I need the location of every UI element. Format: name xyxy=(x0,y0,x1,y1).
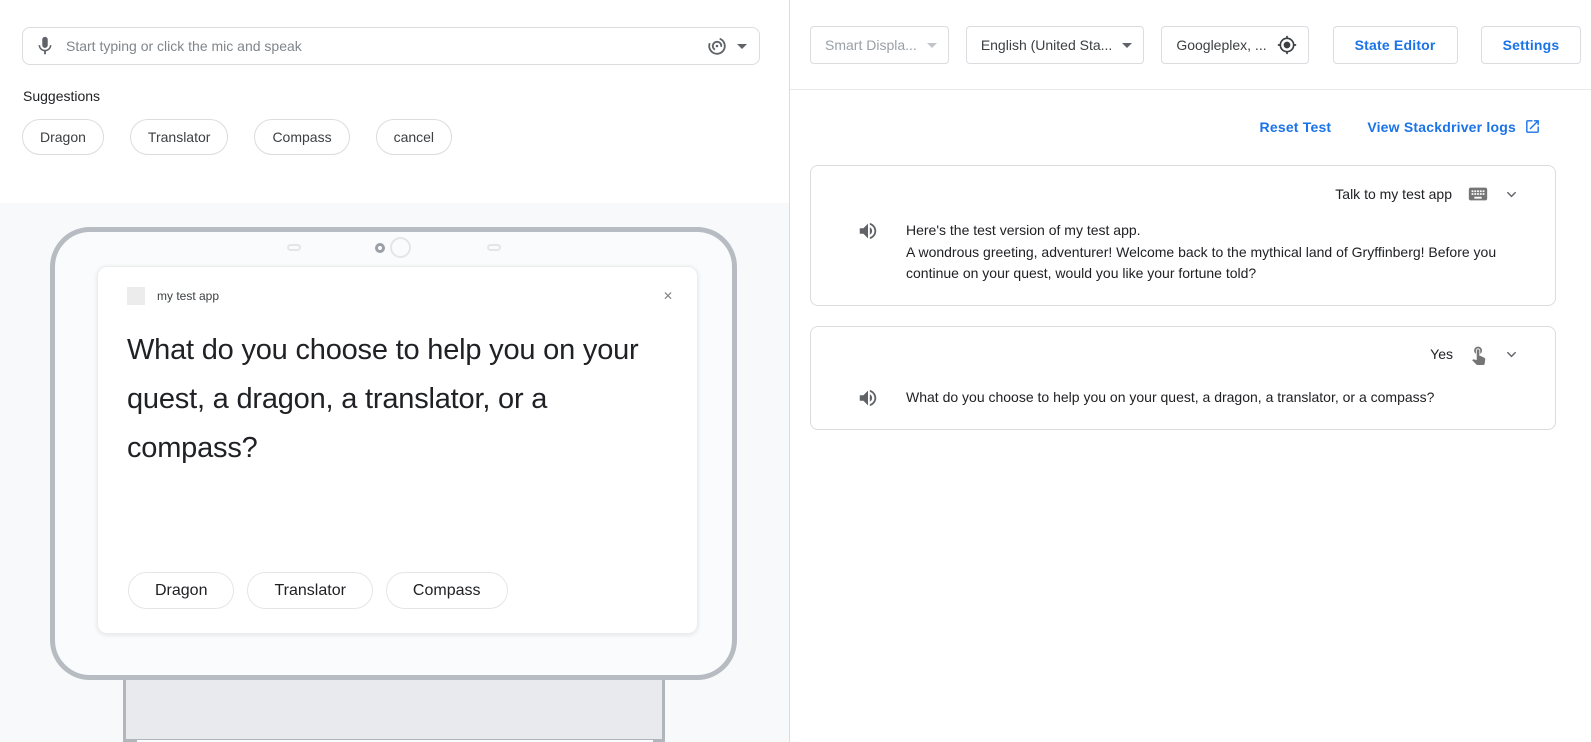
suggestion-chip-cancel[interactable]: cancel xyxy=(376,119,452,155)
reset-test-link[interactable]: Reset Test xyxy=(1260,119,1332,135)
device-stand xyxy=(123,677,665,742)
left-panel: Suggestions Dragon Translator Compass ca… xyxy=(0,0,789,742)
response-line: What do you choose to help you on your q… xyxy=(906,387,1434,409)
keyboard-icon xyxy=(1467,183,1489,205)
request-text: Yes xyxy=(1430,346,1453,362)
response-text: Here's the test version of my test app. … xyxy=(906,220,1519,285)
device-sensor-right xyxy=(487,244,501,251)
stackdriver-logs-link[interactable]: View Stackdriver logs xyxy=(1367,118,1541,135)
speaker-icon[interactable] xyxy=(857,387,879,409)
conversation-card: Yes What do you choose to help you on yo… xyxy=(810,326,1556,430)
speaker-icon[interactable] xyxy=(857,220,879,242)
simulator-page: Suggestions Dragon Translator Compass ca… xyxy=(0,0,1591,742)
query-input[interactable] xyxy=(66,38,706,54)
response-line: A wondrous greeting, adventurer! Welcome… xyxy=(906,242,1519,285)
surface-select: Smart Displa... xyxy=(810,26,949,64)
device-preview-area: my test app ✕ What do you choose to help… xyxy=(0,203,789,742)
smart-display-mockup: my test app ✕ What do you choose to help… xyxy=(50,227,737,680)
suggestion-chip-compass[interactable]: Compass xyxy=(254,119,349,155)
device-chip-translator[interactable]: Translator xyxy=(247,572,372,609)
touch-icon xyxy=(1468,344,1489,365)
device-sensor-dot xyxy=(375,243,385,253)
device-screen: my test app ✕ What do you choose to help… xyxy=(97,266,698,634)
tone-icon xyxy=(706,35,728,57)
input-mode-toggle[interactable] xyxy=(706,35,747,57)
query-input-box[interactable] xyxy=(22,27,760,65)
location-select[interactable]: Googleplex, ... xyxy=(1161,26,1308,64)
caret-down-icon xyxy=(927,43,937,48)
response-body: Here's the test version of my test app. … xyxy=(835,220,1519,285)
device-sensor-left xyxy=(287,244,301,251)
suggestion-chip-translator[interactable]: Translator xyxy=(130,119,229,155)
settings-button[interactable]: Settings xyxy=(1481,26,1582,64)
device-prompt-text: What do you choose to help you on your q… xyxy=(127,326,671,473)
response-text: What do you choose to help you on your q… xyxy=(906,387,1434,409)
chevron-down-icon[interactable] xyxy=(1504,187,1519,202)
device-app-name: my test app xyxy=(157,289,219,303)
suggestion-chip-dragon[interactable]: Dragon xyxy=(22,119,104,155)
stackdriver-logs-label: View Stackdriver logs xyxy=(1367,119,1516,135)
caret-down-icon xyxy=(1122,43,1132,48)
request-text: Talk to my test app xyxy=(1335,186,1452,202)
caret-down-icon xyxy=(737,44,747,49)
response-body: What do you choose to help you on your q… xyxy=(835,387,1519,409)
request-header: Talk to my test app xyxy=(835,183,1519,205)
response-line: Here's the test version of my test app. xyxy=(906,220,1519,242)
device-chip-compass[interactable]: Compass xyxy=(386,572,508,609)
reset-test-label: Reset Test xyxy=(1260,119,1332,135)
suggestion-chip-row: Dragon Translator Compass cancel xyxy=(22,119,789,155)
external-link-icon xyxy=(1524,118,1541,135)
close-icon[interactable]: ✕ xyxy=(663,289,673,303)
surface-select-value: Smart Displa... xyxy=(825,37,917,53)
suggestions-label: Suggestions xyxy=(23,88,789,104)
chevron-down-icon[interactable] xyxy=(1504,347,1519,362)
app-icon xyxy=(127,287,145,305)
device-camera-icon xyxy=(390,237,411,258)
device-chip-dragon[interactable]: Dragon xyxy=(128,572,234,609)
device-screen-header: my test app ✕ xyxy=(127,287,673,305)
device-chip-row: Dragon Translator Compass xyxy=(128,572,508,609)
simulator-toolbar: Smart Displa... English (United Sta... G… xyxy=(790,0,1591,90)
conversation-card: Talk to my test app Here's the test vers… xyxy=(810,165,1556,306)
composer-section: Suggestions Dragon Translator Compass ca… xyxy=(0,27,789,203)
test-actions-row: Reset Test View Stackdriver logs xyxy=(790,118,1541,135)
language-select-value: English (United Sta... xyxy=(981,37,1113,53)
location-select-value: Googleplex, ... xyxy=(1176,37,1266,53)
language-select[interactable]: English (United Sta... xyxy=(966,26,1145,64)
state-editor-button[interactable]: State Editor xyxy=(1333,26,1458,64)
request-header: Yes xyxy=(835,344,1519,365)
right-panel: Smart Displa... English (United Sta... G… xyxy=(790,0,1591,742)
mic-icon[interactable] xyxy=(34,35,56,57)
my-location-icon xyxy=(1277,35,1297,55)
